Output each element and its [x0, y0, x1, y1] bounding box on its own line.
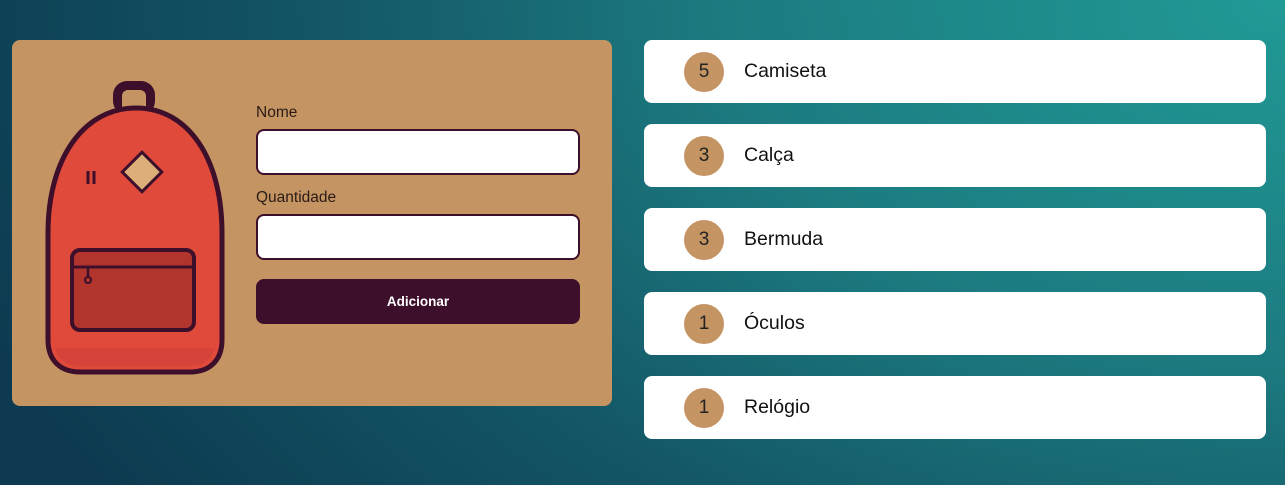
form-card: Nome Quantidade Adicionar — [12, 40, 612, 406]
list-item: 5 Camiseta — [644, 40, 1266, 103]
item-name: Relógio — [744, 396, 811, 418]
quantity-label: Quantidade — [256, 189, 337, 206]
list-item: 1 Óculos — [644, 292, 1266, 355]
item-name: Bermuda — [744, 228, 824, 250]
list-item: 1 Relógio — [644, 376, 1266, 439]
backpack-icon — [45, 81, 225, 375]
quantity-badge: 3 — [684, 220, 724, 260]
quantity-input[interactable] — [256, 214, 580, 260]
items-list: 5 Camiseta 3 Calça 3 Bermuda 1 Óculos 1 … — [644, 40, 1266, 460]
list-item: 3 Bermuda — [644, 208, 1266, 271]
list-item: 3 Calça — [644, 124, 1266, 187]
add-button[interactable]: Adicionar — [256, 279, 580, 324]
item-name: Camiseta — [744, 60, 827, 82]
quantity-badge: 1 — [684, 388, 724, 428]
item-name: Calça — [744, 144, 794, 166]
quantity-badge: 5 — [684, 52, 724, 92]
item-name: Óculos — [744, 312, 805, 334]
add-item-form: Nome Quantidade Adicionar — [256, 104, 580, 324]
name-label: Nome — [256, 104, 298, 121]
quantity-badge: 3 — [684, 136, 724, 176]
name-input[interactable] — [256, 129, 580, 175]
quantity-badge: 1 — [684, 304, 724, 344]
